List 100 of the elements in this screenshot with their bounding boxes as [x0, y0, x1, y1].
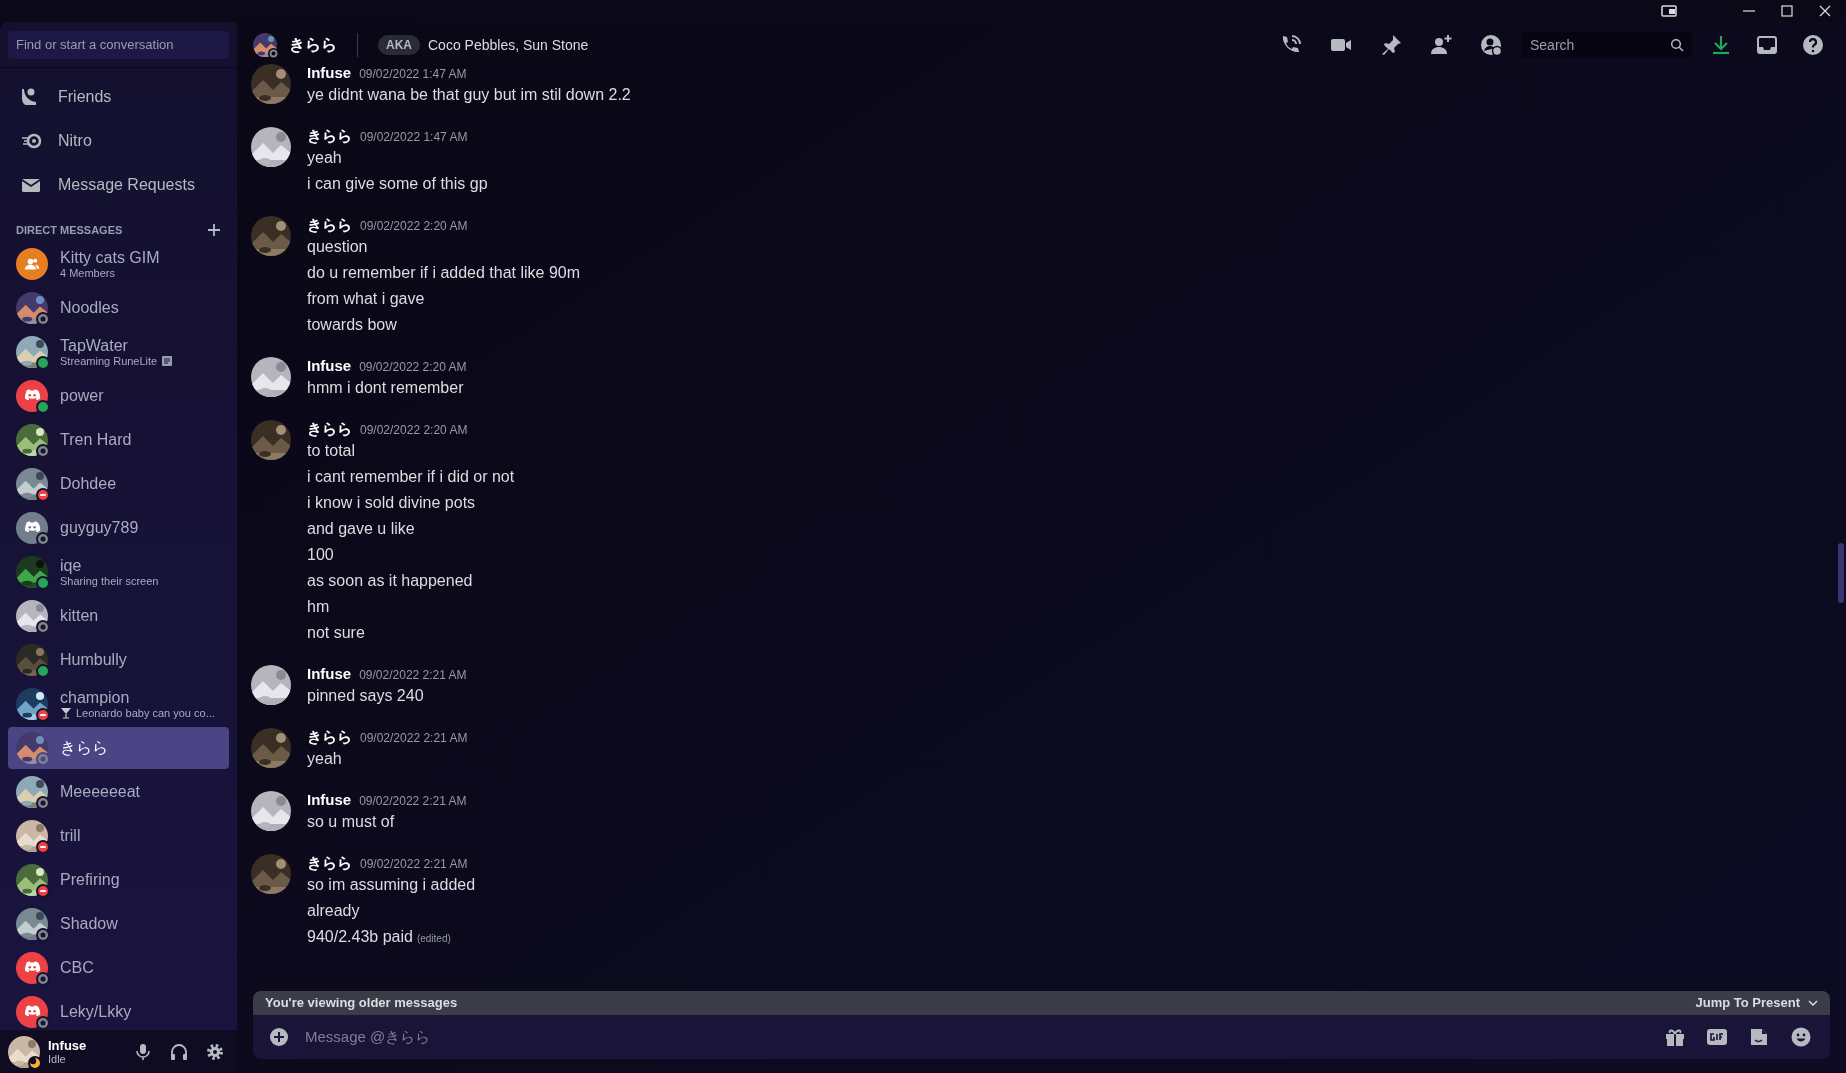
- message-timestamp: 09/02/2022 2:20 AM: [360, 422, 468, 439]
- message-text: hm: [307, 597, 331, 617]
- dm-item[interactable]: Meeeeeeat: [8, 770, 229, 813]
- dm-subtitle: Leonardo baby can you co...: [76, 706, 215, 720]
- message-input[interactable]: Message @きらら: [305, 1025, 1646, 1049]
- message-text: hmm i dont remember: [307, 378, 465, 398]
- user-name: Infuse: [48, 1037, 88, 1053]
- search-field[interactable]: Search: [1522, 32, 1692, 58]
- dm-item[interactable]: Leky/Lkky: [8, 990, 229, 1030]
- chevron-down-icon: [1808, 998, 1818, 1008]
- dm-item[interactable]: power: [8, 374, 229, 417]
- headphones-icon[interactable]: [169, 1041, 189, 1062]
- dm-item[interactable]: Prefiring: [8, 858, 229, 901]
- dm-item[interactable]: iqe Sharing their screen: [8, 550, 229, 593]
- message-text: already: [307, 901, 361, 921]
- message-text: i know i sold divine pots: [307, 493, 477, 513]
- message-author: Infuse: [307, 790, 352, 810]
- dm-name: power: [60, 386, 104, 405]
- dm-name: iqe: [60, 555, 83, 575]
- document-icon: [161, 355, 174, 367]
- message-author: Infuse: [307, 664, 352, 684]
- older-messages-text: You're viewing older messages: [265, 994, 458, 1013]
- dm-item[interactable]: きらら: [8, 726, 229, 769]
- message-text: 940/2.43b paid: [307, 927, 413, 947]
- message-timestamp: 09/02/2022 1:47 AM: [359, 66, 467, 83]
- message-text: i can give some of this gp: [307, 174, 488, 194]
- dm-subtitle: 4 Members: [60, 266, 116, 280]
- message-text: not sure: [307, 623, 366, 643]
- message-author: きらら: [307, 215, 352, 235]
- dm-item[interactable]: TapWater Streaming RuneLite: [8, 330, 229, 373]
- add-friend-icon[interactable]: [1429, 33, 1453, 57]
- dm-name: Prefiring: [60, 870, 120, 889]
- dm-item[interactable]: Dohdee: [8, 462, 229, 505]
- nav-item[interactable]: Message Requests: [8, 164, 229, 206]
- dm-name: CBC: [60, 958, 94, 977]
- message-timestamp: 09/02/2022 2:21 AM: [359, 793, 467, 810]
- message-timestamp: 09/02/2022 2:21 AM: [359, 667, 467, 684]
- message-text: from what i gave: [307, 289, 426, 309]
- dm-name: trill: [60, 826, 81, 845]
- gif-icon[interactable]: [1706, 1026, 1728, 1048]
- dm-item[interactable]: champion Leonardo baby can you co...: [8, 682, 229, 725]
- scrollbar[interactable]: [1838, 543, 1844, 603]
- dm-item[interactable]: Kitty cats GIM 4 Members: [8, 242, 229, 285]
- dm-name: champion: [60, 687, 131, 707]
- search-icon: [1670, 38, 1684, 52]
- message-text: ye didnt wana be that guy but im stil down 2.2: [307, 85, 631, 105]
- dm-subtitle: Sharing their screen: [60, 574, 159, 588]
- dm-item[interactable]: kitten: [8, 594, 229, 637]
- aka-names: Coco Pebbles, Sun Stone: [428, 35, 589, 55]
- search-field[interactable]: Find or start a conversation: [8, 30, 229, 59]
- message-timestamp: 09/02/2022 1:47 AM: [360, 129, 468, 146]
- cocktail-icon: [60, 707, 72, 719]
- help-icon[interactable]: [1801, 33, 1825, 57]
- message-timestamp: 09/02/2022 2:20 AM: [359, 359, 467, 376]
- microphone-icon[interactable]: [133, 1041, 153, 1062]
- message-timestamp: 09/02/2022 2:21 AM: [360, 730, 468, 747]
- message-text: question: [307, 237, 369, 257]
- message-timestamp: 09/02/2022 2:21 AM: [360, 856, 468, 873]
- message-text: and gave u like: [307, 519, 416, 539]
- message-text: pinned says 240: [307, 686, 425, 706]
- dm-item[interactable]: Noodles: [8, 286, 229, 329]
- dm-item[interactable]: Shadow: [8, 902, 229, 945]
- add-attachment-icon[interactable]: [269, 1027, 289, 1047]
- dm-item[interactable]: CBC: [8, 946, 229, 989]
- dm-item[interactable]: Humbully: [8, 638, 229, 681]
- dm-item[interactable]: trill: [8, 814, 229, 857]
- message-composer[interactable]: Message @きらら: [253, 1015, 1830, 1059]
- sticker-icon[interactable]: [1748, 1026, 1770, 1048]
- maximize-icon[interactable]: [1778, 3, 1796, 19]
- message-text: 100: [307, 545, 335, 565]
- message-author: Infuse: [307, 356, 352, 376]
- dm-name: Tren Hard: [60, 430, 132, 449]
- plus-icon[interactable]: [207, 223, 221, 238]
- snap-layout-icon[interactable]: [1660, 3, 1678, 19]
- message-text: do u remember if i added that like 90m: [307, 263, 581, 283]
- dm-item[interactable]: Tren Hard: [8, 418, 229, 461]
- message-text: as soon as it happened: [307, 571, 474, 591]
- nav-item[interactable]: Friends: [8, 76, 229, 118]
- nav-item[interactable]: Nitro: [8, 120, 229, 162]
- emoji-icon[interactable]: [1790, 1026, 1812, 1048]
- message-author: きらら: [307, 727, 352, 747]
- dm-name: guyguy789: [60, 518, 139, 537]
- user-profile-icon[interactable]: [1479, 33, 1503, 57]
- dm-subtitle: Streaming RuneLite: [60, 354, 158, 368]
- inbox-icon[interactable]: [1755, 33, 1779, 57]
- jump-to-present-button[interactable]: Jump To Present: [1695, 993, 1818, 1013]
- dm-name: Noodles: [60, 298, 119, 317]
- dm-name: kitten: [60, 606, 99, 625]
- dm-name: Kitty cats GIM: [60, 247, 160, 267]
- message-text: towards bow: [307, 315, 398, 335]
- edited-label: (edited): [416, 932, 451, 946]
- dm-name: きらら: [60, 738, 108, 757]
- dm-name: Dohdee: [60, 474, 117, 493]
- message-text: yeah: [307, 749, 343, 769]
- user-status: Idle: [48, 1052, 67, 1066]
- dm-name: Humbully: [60, 650, 127, 669]
- message-author: きらら: [307, 853, 352, 873]
- dm-item[interactable]: guyguy789: [8, 506, 229, 549]
- dm-name: Shadow: [60, 914, 118, 933]
- settings-icon[interactable]: [205, 1041, 225, 1062]
